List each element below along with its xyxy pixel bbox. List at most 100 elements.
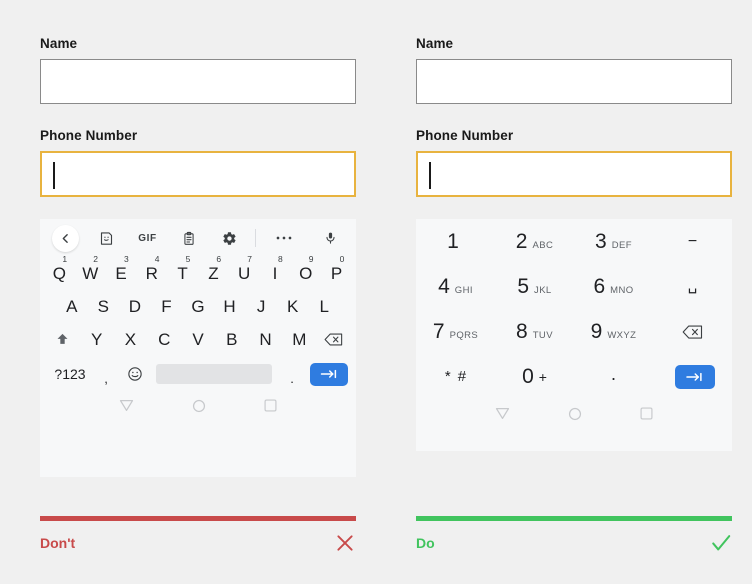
key-w-number: 2: [93, 254, 98, 264]
key-w[interactable]: W2: [75, 254, 106, 290]
key-l[interactable]: L: [308, 290, 340, 323]
gif-icon[interactable]: GIF: [134, 225, 161, 252]
shift-key[interactable]: [46, 332, 80, 347]
key-g[interactable]: G: [182, 290, 214, 323]
field-gap-right: [416, 104, 732, 128]
nav-recents-icon[interactable]: [264, 399, 277, 417]
key-b[interactable]: B: [215, 323, 249, 356]
key-c[interactable]: C: [147, 323, 181, 356]
panel-dont: Name Phone Number GIF Q 1 W 2 E 3 R 4 T …: [0, 0, 376, 584]
android-navbar-left: [40, 392, 356, 424]
name-input-left[interactable]: [40, 59, 356, 104]
footer-bar-do: [416, 516, 732, 521]
keypad-backspace-icon[interactable]: [653, 324, 732, 340]
key-a[interactable]: A: [56, 290, 88, 323]
do-label: Do: [416, 535, 435, 551]
key-q[interactable]: Q1: [44, 255, 75, 290]
name-label-left: Name: [40, 36, 78, 51]
cross-icon: [334, 532, 356, 554]
key-z-label: Z: [208, 264, 219, 283]
key-i-label: I: [272, 264, 278, 283]
phone-input-right[interactable]: [416, 151, 732, 197]
name-input-right[interactable]: [416, 59, 732, 104]
dont-label: Don't: [40, 535, 76, 551]
nav-back-icon[interactable]: [119, 399, 134, 417]
key-p-label: P: [330, 264, 343, 283]
gear-icon[interactable]: [216, 225, 243, 252]
footer-row-do: Do: [416, 532, 732, 554]
keypad-key-period[interactable]: .: [574, 364, 653, 389]
comma-key[interactable]: ,: [92, 363, 120, 386]
key-r-number: 4: [154, 254, 160, 264]
space-key[interactable]: [156, 364, 272, 384]
key-p-number: 0: [339, 254, 345, 264]
emoji-icon[interactable]: [120, 366, 150, 382]
key-j[interactable]: J: [245, 290, 277, 323]
symbols-key[interactable]: ?123: [48, 366, 92, 382]
field-gap-left: [40, 104, 356, 128]
keypad-4-digit: 4: [438, 274, 450, 298]
keypad-key-3[interactable]: 3 DEF: [574, 230, 653, 254]
keypad-9-digit: 9: [590, 319, 603, 343]
keypad-0-digit: 0: [522, 364, 534, 388]
keypad-key-9[interactable]: 9 WXYZ: [574, 320, 653, 344]
keypad-key-8[interactable]: 8 TUV: [495, 320, 574, 344]
phone-input-left[interactable]: [40, 151, 356, 197]
enter-key[interactable]: [310, 362, 348, 386]
nav-home-icon-right[interactable]: [568, 407, 582, 426]
key-k[interactable]: K: [277, 290, 309, 323]
keypad-enter-key[interactable]: [674, 364, 715, 389]
key-z[interactable]: Z6: [198, 255, 229, 290]
overflow-icon[interactable]: [270, 225, 297, 252]
sticker-icon[interactable]: [93, 225, 120, 252]
clipboard-icon[interactable]: [175, 225, 202, 252]
numeric-keypad[interactable]: 1 2 ABC 3 DEF − 4 GHI 5 JKL 6 MNO ␣ 7 PQ…: [416, 219, 732, 451]
keypad-key-dash[interactable]: −: [653, 233, 732, 251]
nav-recents-icon-right[interactable]: [640, 407, 653, 425]
key-p[interactable]: P0: [321, 254, 352, 290]
key-h[interactable]: H: [214, 290, 246, 323]
key-m[interactable]: M: [282, 323, 316, 356]
key-t[interactable]: T5: [167, 254, 198, 290]
keypad-4-letters: GHI: [454, 284, 473, 296]
key-t-number: 5: [185, 254, 191, 264]
key-o[interactable]: O9: [290, 255, 321, 290]
key-s[interactable]: S: [88, 290, 120, 323]
keypad-key-space[interactable]: ␣: [653, 276, 732, 298]
key-d[interactable]: D: [119, 290, 151, 323]
text-caret-left: [53, 162, 55, 189]
microphone-icon[interactable]: [317, 225, 344, 252]
key-u[interactable]: U7: [229, 255, 260, 290]
keypad-key-6[interactable]: 6 MNO: [574, 275, 653, 299]
phone-label-left: Phone Number: [40, 128, 138, 143]
key-x[interactable]: X: [114, 323, 148, 356]
keypad-6-letters: MNO: [610, 284, 634, 296]
key-e[interactable]: E3: [106, 255, 137, 290]
key-o-label: O: [299, 264, 313, 283]
key-n[interactable]: N: [249, 323, 283, 356]
keypad-key-0[interactable]: 0 +: [495, 365, 574, 389]
key-u-label: U: [238, 264, 251, 283]
back-icon[interactable]: [52, 224, 79, 252]
footer-do: Do: [416, 516, 732, 554]
key-i[interactable]: I8: [260, 255, 291, 290]
keypad-key-5[interactable]: 5 JKL: [495, 275, 574, 299]
keypad-key-1[interactable]: 1: [416, 230, 495, 254]
nav-home-icon[interactable]: [192, 399, 206, 418]
keypad-hash: #: [457, 368, 467, 385]
keypad-key-7[interactable]: 7 PQRS: [416, 320, 495, 344]
key-r[interactable]: R4: [136, 254, 167, 290]
alphabetic-keyboard[interactable]: GIF Q1 W 2 E 3 R 4 T 5 Z 6 U 7 I 8 O 9 P…: [40, 219, 356, 477]
name-label-right: Name: [416, 36, 454, 51]
backspace-key[interactable]: [316, 332, 350, 347]
keypad-2-digit: 2: [515, 229, 528, 253]
nav-back-icon-right[interactable]: [495, 407, 510, 425]
period-key[interactable]: .: [278, 363, 306, 386]
keypad-key-star-hash[interactable]: * #: [416, 368, 495, 385]
key-r-label: R: [145, 264, 158, 283]
keypad-key-4[interactable]: 4 GHI: [416, 275, 495, 299]
key-f[interactable]: F: [151, 290, 183, 323]
keypad-key-2[interactable]: 2 ABC: [495, 230, 574, 254]
key-y[interactable]: Y: [80, 323, 114, 356]
key-v[interactable]: V: [181, 323, 215, 356]
